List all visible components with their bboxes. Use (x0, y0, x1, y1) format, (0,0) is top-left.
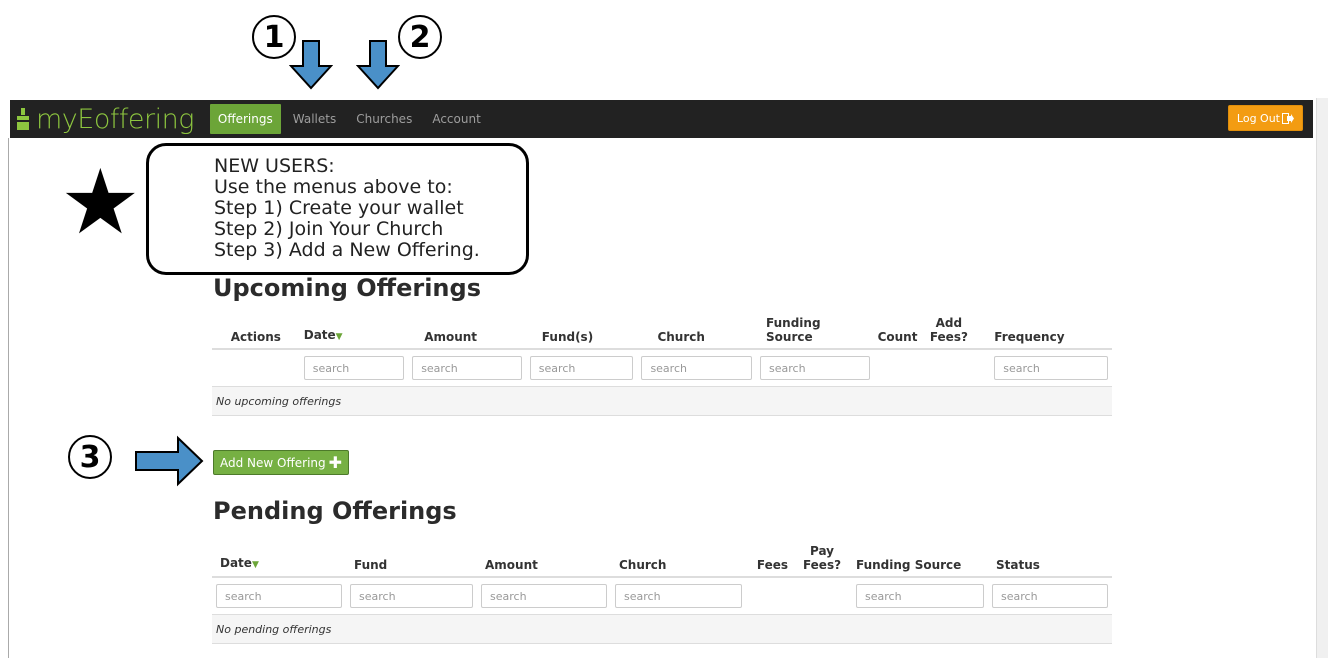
col-date[interactable]: Date▼ (299, 305, 409, 350)
filter-funding-source-input[interactable] (856, 584, 984, 608)
nav-offerings[interactable]: Offerings (209, 104, 281, 134)
filter-date-input[interactable] (303, 356, 405, 380)
filter-amount-input[interactable] (481, 584, 607, 608)
add-offering-label: Add New Offering (220, 455, 326, 470)
star-icon: ★ (60, 150, 141, 255)
logout-icon (1282, 112, 1294, 124)
left-border (8, 138, 9, 658)
filter-amount-input[interactable] (412, 356, 522, 380)
col-actions: Actions (212, 305, 300, 350)
main-nav: Offerings Wallets Churches Account (208, 100, 491, 138)
brand[interactable]: myEoffering (10, 100, 194, 138)
callout-step-3: Step 3) Add a New Offering. (214, 239, 480, 261)
col-frequency[interactable]: Frequency (990, 305, 1112, 350)
pending-table: Date▼ Fund Amount Church Fees Pay Fees? … (212, 533, 1112, 644)
down-arrow-1-icon (289, 40, 333, 90)
sort-down-icon: ▼ (251, 560, 259, 570)
step-3-marker: 3 (68, 435, 112, 479)
callout-line: Use the menus above to: (214, 176, 453, 198)
col-amount[interactable]: Amount (477, 533, 611, 578)
empty-message: No pending offerings (212, 614, 1112, 644)
callout-step-2: Step 2) Join Your Church (214, 218, 444, 240)
col-funding-source[interactable]: Funding Source (756, 305, 874, 350)
filter-church-input[interactable] (615, 584, 742, 608)
add-new-offering-button[interactable]: Add New Offering ✚ (213, 450, 350, 475)
plus-icon: ✚ (328, 453, 343, 472)
upcoming-header-row: Actions Date▼ Amount Fund(s) Church Fund… (212, 305, 1112, 350)
upcoming-filter-row (212, 349, 1112, 387)
filter-funding-source-input[interactable] (760, 356, 870, 380)
filter-church-input[interactable] (641, 356, 753, 380)
nav-wallets[interactable]: Wallets (283, 100, 346, 138)
pending-header-row: Date▼ Fund Amount Church Fees Pay Fees? … (212, 533, 1112, 578)
filter-funds-input[interactable] (529, 356, 634, 380)
col-status[interactable]: Status (988, 533, 1112, 578)
step-2-marker: 2 (398, 15, 442, 59)
pending-title: Pending Offerings (213, 497, 457, 525)
down-arrow-2-icon (356, 40, 400, 90)
col-church[interactable]: Church (637, 305, 757, 350)
callout-heading: NEW USERS: (214, 155, 335, 177)
col-count[interactable]: Count (873, 305, 922, 350)
top-navbar: myEoffering Offerings Wallets Churches A… (10, 100, 1313, 138)
upcoming-table: Actions Date▼ Amount Fund(s) Church Fund… (212, 305, 1112, 416)
right-arrow-icon (135, 435, 204, 487)
upcoming-empty-row: No upcoming offerings (212, 386, 1112, 416)
empty-message: No upcoming offerings (212, 386, 1112, 416)
filter-status-input[interactable] (992, 584, 1108, 608)
vertical-scrollbar[interactable] (1316, 98, 1328, 658)
offering-box-icon (17, 108, 29, 130)
filter-date-input[interactable] (216, 584, 342, 608)
col-fees[interactable]: Fees (746, 533, 792, 578)
col-funding-source[interactable]: Funding Source (852, 533, 988, 578)
col-date[interactable]: Date▼ (212, 533, 346, 578)
brand-name: myEoffering (36, 103, 194, 135)
col-pay-fees[interactable]: Pay Fees? (792, 533, 852, 578)
filter-fund-input[interactable] (350, 584, 473, 608)
pending-empty-row: No pending offerings (212, 614, 1112, 644)
callout-step-1: Step 1) Create your wallet (214, 197, 464, 219)
nav-account[interactable]: Account (422, 100, 490, 138)
nav-churches[interactable]: Churches (346, 100, 422, 138)
col-church[interactable]: Church (611, 533, 746, 578)
col-add-fees[interactable]: Add Fees? (921, 305, 991, 350)
logout-label: Log Out (1236, 111, 1280, 125)
upcoming-title: Upcoming Offerings (213, 274, 481, 302)
col-fund[interactable]: Fund (346, 533, 477, 578)
sort-down-icon: ▼ (335, 332, 343, 342)
pending-filter-row (212, 577, 1112, 615)
col-funds[interactable]: Fund(s) (525, 305, 638, 350)
col-amount[interactable]: Amount (408, 305, 526, 350)
filter-frequency-input[interactable] (994, 356, 1108, 380)
logout-button[interactable]: Log Out (1227, 105, 1303, 131)
new-users-callout: NEW USERS: Use the menus above to: Step … (146, 143, 529, 275)
